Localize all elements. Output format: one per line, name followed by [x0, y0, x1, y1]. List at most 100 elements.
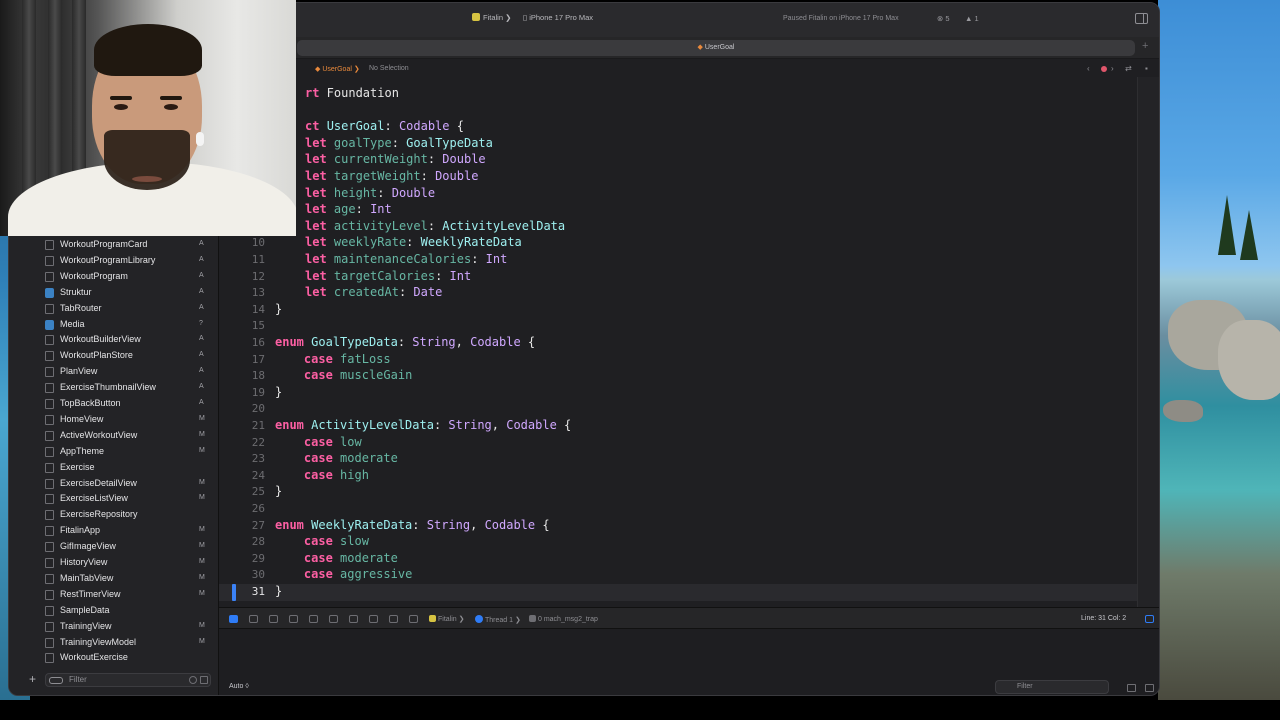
code-line[interactable]: 22 case low [219, 435, 1137, 452]
code-line[interactable]: 28 case slow [219, 534, 1137, 551]
error-badge[interactable]: ⊗ 5 [937, 14, 950, 23]
file-item[interactable]: ExerciseListView M [9, 491, 219, 507]
file-item[interactable]: PlanView A [9, 364, 219, 380]
jumpbar-selection[interactable]: No Selection [369, 65, 409, 72]
console-toggle-icon[interactable] [1145, 615, 1154, 623]
tab-usergoal[interactable]: ◆ UserGoal [297, 40, 1135, 56]
code-line[interactable]: 14} [219, 302, 1137, 319]
file-item[interactable]: HistoryView M [9, 555, 219, 571]
file-item[interactable]: TrainingView M [9, 619, 219, 635]
file-item[interactable]: ExerciseRepository [9, 507, 219, 523]
debug-area-toggle-icon[interactable] [229, 615, 238, 623]
presenter-eye [114, 104, 128, 110]
code-line[interactable]: 10 let weeklyRate: WeeklyRateData [219, 235, 1137, 252]
environment-overrides-icon[interactable] [369, 615, 378, 623]
code-line[interactable]: 21 enum ActivityLevelData: String, Codabl… [219, 418, 1137, 435]
file-item[interactable]: Struktur A [9, 285, 219, 301]
line-number: 11 [251, 253, 265, 266]
code-line[interactable]: let age: Int [219, 202, 1137, 219]
code-line[interactable] [219, 103, 1137, 120]
debug-frame-crumb[interactable]: 0 mach_msg2_trap [529, 615, 598, 623]
frame-icon[interactable] [409, 615, 418, 623]
code-line[interactable]: 24 case high [219, 468, 1137, 485]
code-line[interactable]: 16 enum GoalTypeData: String, Codable { [219, 335, 1137, 352]
device-selector[interactable]: ▯ iPhone 17 Pro Max [523, 13, 593, 22]
code-line[interactable]: let goalType: GoalTypeData [219, 136, 1137, 153]
file-item[interactable]: HomeView M [9, 412, 219, 428]
swift-file-icon [45, 446, 54, 457]
inspector-toggle-icon[interactable] [1135, 13, 1148, 24]
code-line[interactable]: 25} [219, 484, 1137, 501]
file-item[interactable]: Media? [9, 317, 219, 333]
console-only-icon[interactable] [1145, 684, 1154, 692]
code-line[interactable]: 20 [219, 401, 1137, 418]
code-line[interactable]: ct UserGoal: Codable { [219, 119, 1137, 136]
code-line[interactable]: 18 case muscleGain [219, 368, 1137, 385]
code-line[interactable]: 30 case aggressive [219, 567, 1137, 584]
code-line[interactable]: 12 let targetCalories: Int [219, 269, 1137, 286]
code-line[interactable]: 23 case moderate [219, 451, 1137, 468]
view-hierarchy-icon[interactable] [329, 615, 338, 623]
simulate-location-icon[interactable] [389, 615, 398, 623]
jumpbar-file[interactable]: ◆ UserGoal ❯ [315, 65, 360, 73]
console-filter-input[interactable] [995, 680, 1109, 694]
code-line[interactable]: 15 [219, 318, 1137, 335]
chevron-right-icon[interactable]: › [1111, 64, 1114, 73]
step-out-icon[interactable] [309, 615, 318, 623]
file-item[interactable]: FitalinApp M [9, 523, 219, 539]
code-line[interactable]: 31} [219, 584, 1137, 601]
code-line[interactable]: 11 let maintenanceCalories: Int [219, 252, 1137, 269]
source-control-filter-icon[interactable] [200, 676, 208, 684]
file-item[interactable]: GifImageView M [9, 539, 219, 555]
code-line[interactable]: 13 let createdAt: Date [219, 285, 1137, 302]
recent-files-icon[interactable] [189, 676, 197, 684]
presenter-brow [160, 96, 182, 100]
code-editor[interactable]: rt Foundation ct UserGoal: Codable {let g… [219, 77, 1137, 607]
file-item[interactable]: AppTheme M [9, 444, 219, 460]
code-line[interactable]: let targetWeight: Double [219, 169, 1137, 186]
editor-options-icon[interactable]: ▪ [1145, 64, 1148, 73]
file-item[interactable]: SampleData [9, 603, 219, 619]
file-item[interactable]: WorkoutPlanStore A [9, 348, 219, 364]
file-item[interactable]: TopBackButton A [9, 396, 219, 412]
file-item[interactable]: TabRouter A [9, 301, 219, 317]
step-into-icon[interactable] [289, 615, 298, 623]
file-item[interactable]: WorkoutExercise [9, 650, 219, 666]
add-file-button[interactable]: + [29, 672, 36, 686]
debug-thread-crumb[interactable]: Thread 1 ❯ [475, 615, 521, 624]
debug-app-crumb[interactable]: Fitalin ❯ [429, 615, 465, 623]
file-item[interactable]: WorkoutProgram A [9, 269, 219, 285]
file-item[interactable]: MainTabView M [9, 571, 219, 587]
issue-indicator-icon[interactable] [1101, 66, 1107, 72]
code-line[interactable]: let height: Double [219, 186, 1137, 203]
code-line[interactable]: 29 case moderate [219, 551, 1137, 568]
file-item[interactable]: ActiveWorkoutView M [9, 428, 219, 444]
editor-scrollbar[interactable] [1137, 77, 1159, 607]
new-tab-button[interactable]: + [1142, 40, 1148, 52]
file-item[interactable]: WorkoutProgramLibrary A [9, 253, 219, 269]
warning-badge[interactable]: ▲ 1 [965, 14, 979, 23]
file-item[interactable]: ExerciseThumbnailView A [9, 380, 219, 396]
continue-icon[interactable] [249, 615, 258, 623]
split-view-icon[interactable] [1127, 684, 1136, 692]
step-over-icon[interactable] [269, 615, 278, 623]
code-line[interactable]: let currentWeight: Double [219, 152, 1137, 169]
code-text: case moderate [303, 550, 398, 565]
related-items-icon[interactable]: ⇄ [1125, 64, 1132, 73]
code-line[interactable]: rt Foundation [219, 86, 1137, 103]
code-line[interactable]: let activityLevel: ActivityLevelData [219, 219, 1137, 236]
code-line[interactable]: 26 [219, 501, 1137, 518]
chevron-left-icon[interactable]: ‹ [1087, 64, 1090, 73]
variables-view-mode[interactable]: Auto ◊ [229, 683, 249, 690]
code-line[interactable]: 17 case fatLoss [219, 352, 1137, 369]
file-item[interactable]: TrainingViewModel M [9, 635, 219, 651]
code-line[interactable]: 27 enum WeeklyRateData: String, Codable { [219, 518, 1137, 535]
memory-graph-icon[interactable] [349, 615, 358, 623]
file-item[interactable]: Exercise [9, 460, 219, 476]
file-item[interactable]: RestTimerView M [9, 587, 219, 603]
scheme-selector[interactable]: Fitalin ❯ [472, 13, 511, 22]
file-item[interactable]: WorkoutProgramCard A [9, 237, 219, 253]
file-item[interactable]: WorkoutBuilderView A [9, 332, 219, 348]
file-item[interactable]: ExerciseDetailView M [9, 476, 219, 492]
code-line[interactable]: 19} [219, 385, 1137, 402]
